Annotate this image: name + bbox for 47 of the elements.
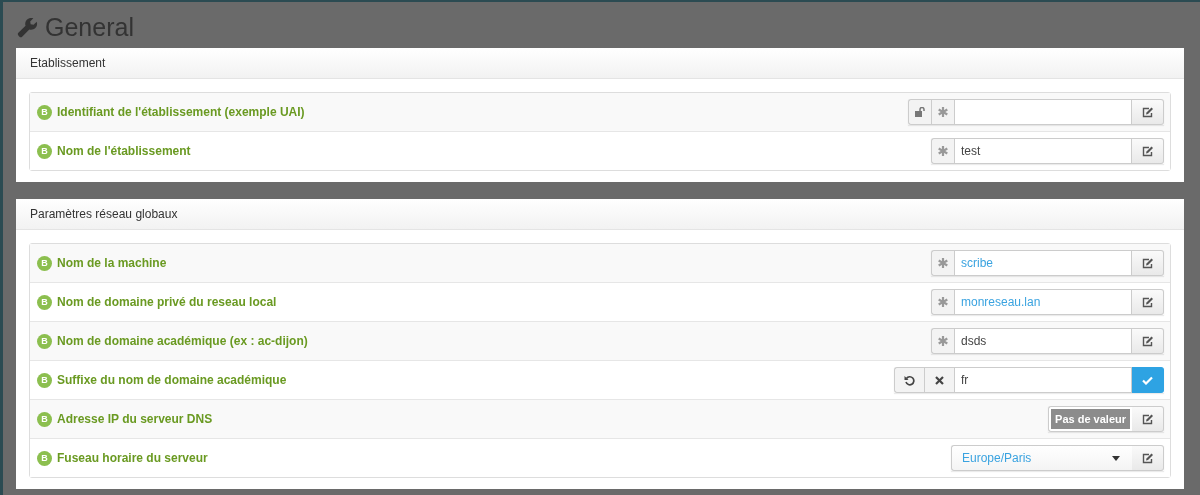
asterisk-icon xyxy=(938,297,948,307)
badge: B xyxy=(37,333,52,349)
badge: B xyxy=(37,450,52,466)
text-field[interactable]: fr xyxy=(954,367,1132,393)
page-title: General xyxy=(45,14,134,40)
edit-icon xyxy=(1141,106,1154,118)
field-label: Nom de domaine privé du reseau local xyxy=(57,295,277,309)
edit-icon xyxy=(1141,296,1154,308)
confirm-button[interactable] xyxy=(1132,367,1164,393)
wrench-icon xyxy=(17,16,39,38)
text-field[interactable] xyxy=(954,99,1132,125)
field-label: Suffixe du nom de domaine académique xyxy=(57,373,287,387)
field-label: Nom de l'établissement xyxy=(57,144,191,158)
close-icon xyxy=(935,375,944,385)
badge: B xyxy=(37,411,52,427)
edit-button[interactable] xyxy=(1132,138,1164,164)
badge: B xyxy=(37,255,52,271)
field-label: Nom de la machine xyxy=(57,256,167,270)
asterisk-icon xyxy=(938,107,948,117)
check-icon xyxy=(1142,375,1153,385)
edit-icon xyxy=(1141,145,1154,157)
field-label: Identifiant de l'établissement (exemple UAI) xyxy=(57,105,305,119)
asterisk-icon xyxy=(938,336,948,346)
badge: B xyxy=(37,143,52,159)
badge: B xyxy=(37,372,52,388)
lock-button[interactable] xyxy=(908,99,931,125)
undo-icon xyxy=(904,374,915,386)
asterisk-icon xyxy=(938,258,948,268)
edit-button[interactable] xyxy=(1132,289,1164,315)
edit-button[interactable] xyxy=(1132,250,1164,276)
edit-button[interactable] xyxy=(1132,328,1164,354)
edit-icon xyxy=(1141,335,1154,347)
badge: B xyxy=(37,104,52,120)
text-field[interactable]: dsds xyxy=(954,328,1132,354)
field-label: Adresse IP du serveur DNS xyxy=(57,412,213,426)
section-title: Paramètres réseau globaux xyxy=(30,207,178,221)
badge: B xyxy=(37,294,52,310)
edit-button[interactable] xyxy=(1132,99,1164,125)
clear-button[interactable] xyxy=(924,367,954,393)
field-label: Fuseau horaire du serveur xyxy=(57,451,208,465)
undo-button[interactable] xyxy=(894,367,924,393)
unlocked-padlock-icon xyxy=(914,107,926,117)
asterisk-icon xyxy=(938,146,948,156)
field-label: Nom de domaine académique (ex : ac-dijon) xyxy=(57,334,308,348)
edit-icon xyxy=(1141,257,1154,269)
text-field[interactable]: test xyxy=(954,138,1132,164)
section-title: Etablissement xyxy=(30,56,106,70)
